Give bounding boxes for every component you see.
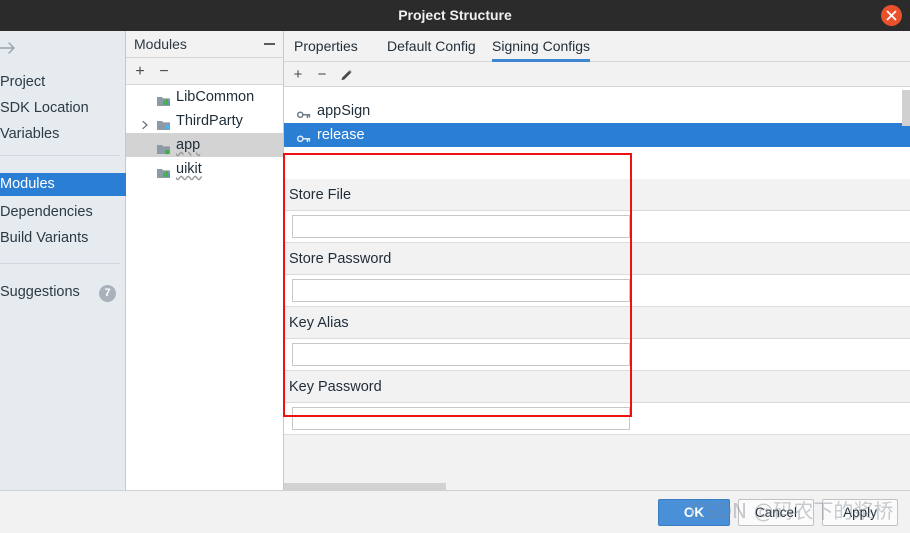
module-label: LibCommon <box>176 89 255 105</box>
module-tree-item-uikit[interactable]: uikit <box>126 157 283 181</box>
config-label: appSign <box>317 103 371 119</box>
sidebar-item-dependencies[interactable]: Dependencies <box>0 201 126 224</box>
form-input-row <box>284 211 910 243</box>
cancel-button[interactable]: Cancel <box>738 499 814 526</box>
store-password-input[interactable] <box>292 279 630 302</box>
sidebar-item-label: Variables <box>0 126 60 142</box>
minimize-icon[interactable] <box>264 43 275 45</box>
module-tree-item-app[interactable]: app <box>126 133 283 157</box>
configs-vertical-scrollbar[interactable] <box>902 90 910 126</box>
close-icon[interactable] <box>881 5 902 26</box>
store-file-input[interactable] <box>292 215 630 238</box>
android-app-icon <box>157 139 171 155</box>
suggestions-count-badge: 7 <box>99 285 116 302</box>
add-module-button[interactable]: + <box>130 58 150 85</box>
arrow-right-icon[interactable] <box>0 39 22 57</box>
config-label: release <box>317 127 365 143</box>
key-icon <box>296 129 311 143</box>
left-navigation: Project SDK Location Variables Modules D… <box>0 31 126 490</box>
apply-button[interactable]: Apply <box>822 499 898 526</box>
sidebar-item-build-variants[interactable]: Build Variants <box>0 227 126 250</box>
nav-divider-1 <box>0 155 120 156</box>
sidebar-item-label: Build Variants <box>0 230 89 246</box>
module-tree-item-libcommon[interactable]: LibCommon <box>126 85 283 109</box>
android-library-icon <box>157 91 171 106</box>
module-label: uikit <box>176 161 202 177</box>
sidebar-item-project[interactable]: Project <box>0 71 126 94</box>
store-password-label: Store Password <box>289 251 392 267</box>
signing-config-form: Store File Store Password Key Alias Key … <box>284 179 910 499</box>
modules-toolbar: + − <box>126 58 283 85</box>
form-label-row: Store File <box>284 179 910 211</box>
sidebar-item-variables[interactable]: Variables <box>0 123 126 146</box>
config-list-item-appsign[interactable]: appSign <box>284 99 910 123</box>
ok-button[interactable]: OK <box>658 499 730 526</box>
signing-configs-list: appSign release <box>284 87 910 179</box>
form-input-row <box>284 403 910 435</box>
sidebar-item-label: Modules <box>0 176 55 192</box>
chevron-right-icon[interactable] <box>140 115 150 130</box>
key-icon <box>296 105 311 119</box>
modules-panel-header: Modules <box>126 31 283 58</box>
signing-configs-toolbar: + − <box>284 62 910 87</box>
sidebar-item-label: Suggestions <box>0 284 80 300</box>
form-label-row: Key Password <box>284 371 910 403</box>
form-input-row <box>284 275 910 307</box>
remove-config-button[interactable]: − <box>312 62 332 87</box>
config-list-item-partial[interactable] <box>284 87 910 99</box>
modules-panel: Modules + − LibCommon ThirdParty app uik… <box>126 31 284 490</box>
tab-signing-configs[interactable]: Signing Configs <box>492 31 591 62</box>
modules-tree: LibCommon ThirdParty app uikit <box>126 85 283 490</box>
config-list-item-release[interactable]: release <box>284 123 910 147</box>
key-password-label: Key Password <box>289 379 382 395</box>
pencil-icon[interactable] <box>336 62 356 87</box>
key-alias-input[interactable] <box>292 343 630 366</box>
project-structure-dialog: Project Structure Project SDK Location V… <box>0 0 910 533</box>
form-filler-row <box>284 435 910 482</box>
key-alias-label: Key Alias <box>289 315 349 331</box>
sidebar-item-sdk-location[interactable]: SDK Location <box>0 97 126 120</box>
tab-properties[interactable]: Properties <box>294 31 358 62</box>
form-label-row: Key Alias <box>284 307 910 339</box>
form-input-row <box>284 339 910 371</box>
module-label: ThirdParty <box>176 113 243 129</box>
tab-bar: Properties Default Config Signing Config… <box>284 31 910 62</box>
module-label: app <box>176 137 201 153</box>
sidebar-item-label: SDK Location <box>0 100 89 116</box>
window-titlebar: Project Structure <box>0 0 910 31</box>
modules-panel-title: Modules <box>134 36 187 52</box>
nav-divider-2 <box>0 263 120 264</box>
sidebar-item-modules[interactable]: Modules <box>0 173 126 196</box>
key-password-input[interactable] <box>292 407 630 430</box>
main-content-panel: Properties Default Config Signing Config… <box>284 31 910 499</box>
sidebar-item-label: Dependencies <box>0 204 93 220</box>
window-title: Project Structure <box>398 7 512 23</box>
add-config-button[interactable]: + <box>288 62 308 87</box>
form-label-row: Store Password <box>284 243 910 275</box>
dialog-button-bar: OK Cancel Apply <box>0 490 910 533</box>
remove-module-button[interactable]: − <box>154 58 174 85</box>
tab-default-config[interactable]: Default Config <box>387 31 476 62</box>
module-tree-item-thirdparty[interactable]: ThirdParty <box>126 109 283 133</box>
sidebar-item-label: Project <box>0 74 46 90</box>
store-file-label: Store File <box>289 187 352 203</box>
module-group-icon <box>157 115 171 130</box>
android-library-icon <box>157 163 171 178</box>
